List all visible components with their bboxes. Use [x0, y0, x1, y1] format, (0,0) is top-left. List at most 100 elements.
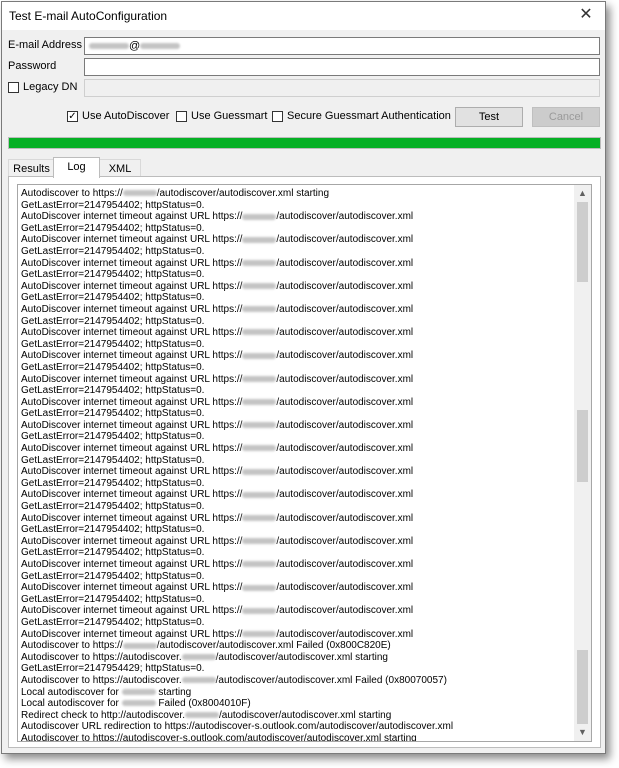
scroll-down-icon[interactable]: ▼ [574, 724, 591, 741]
log-line: GetLastError=2147954402; httpStatus=0. [21, 431, 573, 443]
log-line-text: AutoDiscover internet timeout against UR… [21, 466, 243, 478]
redacted-domain [242, 630, 277, 637]
redacted-domain [242, 283, 277, 290]
close-icon[interactable]: ✕ [573, 4, 599, 26]
log-line: AutoDiscover internet timeout against UR… [21, 466, 573, 478]
log-line: AutoDiscover internet timeout against UR… [21, 605, 573, 617]
redacted-domain [242, 445, 277, 452]
log-lines: Autodiscover to https:// /autodiscover/au… [21, 188, 573, 741]
redacted-email-domain [140, 43, 181, 50]
log-line: Local autodiscover for starting [21, 687, 573, 699]
use-autodiscover-checkbox[interactable]: ✓ [67, 111, 78, 122]
log-line-text: AutoDiscover internet timeout against UR… [21, 443, 243, 455]
log-line: GetLastError=2147954402; httpStatus=0. [21, 501, 573, 513]
redacted-domain [242, 399, 277, 406]
log-line-text: Autodiscover to https:// [21, 188, 123, 199]
log-line: AutoDiscover internet timeout against UR… [21, 582, 573, 594]
legacy-dn-label: Legacy DN [23, 81, 78, 93]
test-button[interactable]: Test [455, 107, 523, 127]
log-line-text: /autodiscover/autodiscover.xml Failed (0… [215, 674, 447, 686]
log-line: GetLastError=2147954402; httpStatus=0. [21, 200, 573, 212]
log-line: GetLastError=2147954402; httpStatus=0. [21, 617, 573, 629]
scroll-thumb[interactable] [577, 202, 588, 282]
log-line-text: AutoDiscover internet timeout against UR… [21, 582, 243, 594]
redacted-domain [242, 352, 277, 359]
log-line-text: AutoDiscover internet timeout against UR… [21, 350, 243, 362]
log-line: GetLastError=2147954402; httpStatus=0. [21, 478, 573, 490]
tab-results[interactable]: Results [8, 159, 55, 177]
log-line-text: GetLastError=2147954402; httpStatus=0. [21, 454, 205, 466]
log-line-text: AutoDiscover internet timeout against UR… [21, 211, 243, 223]
legacy-dn-checkbox[interactable] [8, 82, 19, 93]
log-line-text: GetLastError=2147954402; httpStatus=0. [21, 616, 205, 628]
log-line: AutoDiscover internet timeout against UR… [21, 443, 573, 455]
tab-log[interactable]: Log [53, 157, 100, 178]
log-line: AutoDiscover internet timeout against UR… [21, 211, 573, 223]
use-guessmart-checkbox[interactable] [176, 111, 187, 122]
log-line: AutoDiscover internet timeout against UR… [21, 350, 573, 362]
log-textbox[interactable]: Autodiscover to https:// /autodiscover/au… [17, 184, 592, 742]
log-line: AutoDiscover internet timeout against UR… [21, 489, 573, 501]
log-line-text: /autodiscover/autodiscover.xml [276, 443, 414, 455]
log-line-text: GetLastError=2147954402; httpStatus=0. [21, 315, 205, 327]
password-field[interactable] [84, 58, 600, 76]
log-line: AutoDiscover internet timeout against UR… [21, 258, 573, 270]
log-line-text: GetLastError=2147954402; httpStatus=0. [21, 199, 205, 211]
email-field[interactable]: @ [84, 37, 600, 55]
log-line-text: AutoDiscover internet timeout against UR… [21, 419, 243, 431]
log-line-text: AutoDiscover internet timeout against UR… [21, 280, 243, 292]
scroll-thumb[interactable] [577, 650, 588, 724]
secure-guessmart-label: Secure Guessmart Authentication [287, 110, 451, 122]
log-line-text: Autodiscover URL redirection to https://… [21, 721, 454, 733]
redacted-domain [242, 213, 277, 220]
log-line-text: GetLastError=2147954402; httpStatus=0. [21, 570, 205, 582]
email-label: E-mail Address [8, 39, 82, 51]
log-line-text: GetLastError=2147954402; httpStatus=0. [21, 431, 205, 443]
log-scrollbar[interactable]: ▲ ▼ [574, 185, 591, 741]
log-line-text: /autodiscover/autodiscover.xml [276, 559, 414, 570]
log-line: GetLastError=2147954402; httpStatus=0. [21, 594, 573, 606]
log-line: Autodiscover URL redirection to https://… [21, 721, 573, 733]
log-line-text: /autodiscover/autodiscover.xml [276, 582, 414, 594]
log-line: AutoDiscover internet timeout against UR… [21, 374, 573, 386]
log-line-text: GetLastError=2147954402; httpStatus=0. [21, 269, 205, 281]
scroll-up-icon[interactable]: ▲ [574, 185, 591, 202]
log-line: GetLastError=2147954402; httpStatus=0. [21, 547, 573, 559]
log-line-text: GetLastError=2147954402; httpStatus=0. [21, 501, 205, 513]
log-line-text: AutoDiscover internet timeout against UR… [21, 512, 243, 524]
log-line: Autodiscover to https://autodiscover. /au… [21, 652, 573, 664]
redacted-domain [121, 688, 156, 695]
log-line-text: /autodiscover/autodiscover.xml [276, 466, 414, 478]
log-line-text: AutoDiscover internet timeout against UR… [21, 257, 243, 269]
tab-xml[interactable]: XML [99, 159, 141, 177]
log-line: Autodiscover to https://autodiscover-s.o… [21, 733, 573, 741]
progress-bar [8, 137, 601, 149]
log-line-text: /autodiscover/autodiscover.xml starting [156, 188, 330, 199]
window-title: Test E-mail AutoConfiguration [9, 9, 168, 23]
log-line-text: GetLastError=2147954429; httpStatus=0. [21, 663, 205, 675]
log-line: Autodiscover to https:// /autodiscover/au… [21, 640, 573, 652]
secure-guessmart-checkbox[interactable] [272, 111, 283, 122]
log-line: GetLastError=2147954402; httpStatus=0. [21, 246, 573, 258]
log-line-text: AutoDiscover internet timeout against UR… [21, 396, 243, 408]
log-line: GetLastError=2147954429; httpStatus=0. [21, 663, 573, 675]
scroll-thumb[interactable] [577, 410, 588, 482]
log-line: GetLastError=2147954402; httpStatus=0. [21, 223, 573, 235]
log-line: GetLastError=2147954402; httpStatus=0. [21, 571, 573, 583]
redacted-domain [242, 306, 277, 313]
email-at-sign: @ [129, 40, 141, 52]
log-line: AutoDiscover internet timeout against UR… [21, 304, 573, 316]
log-line-text: AutoDiscover internet timeout against UR… [21, 489, 243, 501]
log-line: GetLastError=2147954402; httpStatus=0. [21, 362, 573, 374]
log-line-text: /autodiscover/autodiscover.xml [276, 605, 414, 617]
scroll-track[interactable] [574, 202, 591, 724]
redacted-domain [184, 712, 219, 719]
log-line-text: GetLastError=2147954402; httpStatus=0. [21, 408, 205, 420]
checkmark-icon: ✓ [68, 111, 77, 122]
log-line: GetLastError=2147954402; httpStatus=0. [21, 292, 573, 304]
log-line: AutoDiscover internet timeout against UR… [21, 559, 573, 571]
log-line-text: Redirect check to http://autodiscover. [21, 709, 185, 721]
log-line-text: GetLastError=2147954402; httpStatus=0. [21, 385, 205, 397]
log-line-text: GetLastError=2147954402; httpStatus=0. [21, 338, 205, 350]
redacted-domain [242, 259, 277, 266]
